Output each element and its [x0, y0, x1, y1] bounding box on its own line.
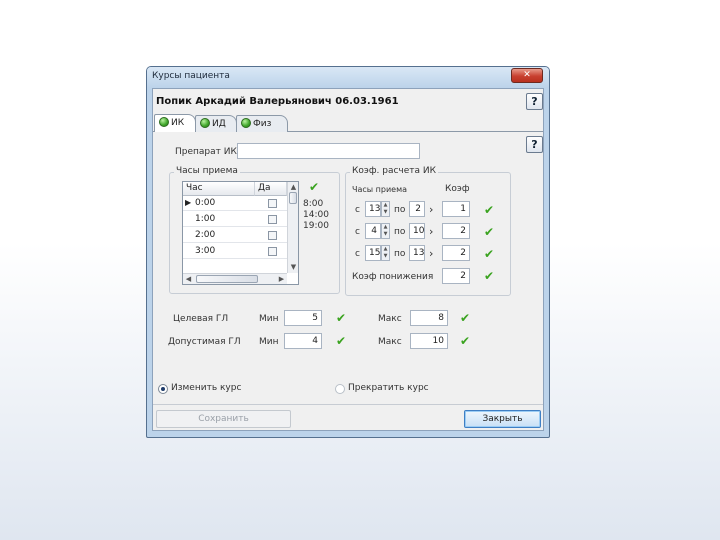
help-button-top[interactable]: ?: [526, 93, 543, 110]
to-label: по: [394, 227, 406, 237]
scroll-up-icon[interactable]: ▲: [288, 182, 298, 192]
from-hour-spinner[interactable]: ▲ ▼: [381, 201, 390, 217]
allowed-max-input[interactable]: 10: [410, 333, 448, 349]
from-hour-input[interactable]: 15: [365, 245, 381, 261]
stop-course-radio[interactable]: [335, 384, 345, 394]
hour-cell: 2:00: [195, 230, 216, 240]
window-title: Курсы пациента: [152, 71, 230, 81]
allowed-glucose-label: Допустимая ГЛ: [168, 337, 241, 347]
yes-checkbox[interactable]: [268, 231, 277, 240]
from-hour-spinner[interactable]: ▲ ▼: [381, 223, 390, 239]
drug-input[interactable]: [237, 143, 420, 159]
hour-cell: 1:00: [195, 214, 216, 224]
dialog-content: Попик Аркадий Валерьянович 06.03.1961 ? …: [152, 88, 544, 431]
tab-fiz-label: Физ: [253, 119, 272, 129]
table-row[interactable]: 2:00: [183, 228, 287, 243]
course-dialog: Курсы пациента ✕ Попик Аркадий Валерьяно…: [146, 66, 550, 438]
yes-checkbox[interactable]: [268, 199, 277, 208]
yes-checkbox[interactable]: [268, 247, 277, 256]
to-hour-input[interactable]: 10: [409, 223, 425, 239]
green-status-icon: [241, 118, 251, 128]
target-min-input[interactable]: 5: [284, 310, 322, 326]
table-row[interactable]: ▶ 0:00: [183, 196, 287, 211]
confirm-hours-check-icon[interactable]: ✔: [309, 181, 319, 193]
allowed-min-input[interactable]: 4: [284, 333, 322, 349]
intake-hours-title: Часы приема: [174, 166, 240, 176]
confirm-target-max-check-icon[interactable]: ✔: [460, 312, 470, 324]
to-label: по: [394, 205, 406, 215]
from-label: с: [355, 205, 360, 215]
title-bar[interactable]: Курсы пациента ✕: [147, 67, 549, 88]
target-glucose-label: Целевая ГЛ: [173, 314, 229, 324]
confirm-coef-check-icon[interactable]: ✔: [484, 248, 494, 260]
from-label: с: [355, 249, 360, 259]
tab-fiz[interactable]: Физ: [236, 115, 288, 132]
coef-input[interactable]: 1: [442, 201, 470, 217]
coef-input[interactable]: 2: [442, 223, 470, 239]
to-label: по: [394, 249, 406, 259]
scroll-left-icon[interactable]: ◀: [184, 274, 193, 284]
vertical-scroll-thumb[interactable]: [289, 192, 297, 204]
target-max-label: Макс: [378, 314, 402, 324]
confirm-coef-check-icon[interactable]: ✔: [484, 226, 494, 238]
selected-time-3: 19:00: [303, 221, 329, 231]
reduction-label: Коэф понижения: [352, 272, 434, 282]
selected-time-1: 8:00: [303, 199, 324, 209]
arrow-right-icon: ›: [429, 203, 434, 216]
scroll-right-icon[interactable]: ▶: [277, 274, 286, 284]
yes-checkbox[interactable]: [268, 215, 277, 224]
to-hour-input[interactable]: 13: [409, 245, 425, 261]
coefficients-title: Коэф. расчета ИК: [350, 166, 439, 176]
to-hour-input[interactable]: 2: [409, 201, 425, 217]
help-button-tab[interactable]: ?: [526, 136, 543, 153]
allowed-min-label: Мин: [259, 337, 279, 347]
hour-cell: 3:00: [195, 246, 216, 256]
confirm-target-min-check-icon[interactable]: ✔: [336, 312, 346, 324]
change-course-radio[interactable]: [158, 384, 168, 394]
intake-hours-grid: Час Да ▶ 0:00 1:00 2:00 3:00 ▲ ▼ ◀ ▶: [182, 181, 299, 285]
from-hour-spinner[interactable]: ▲ ▼: [381, 245, 390, 261]
change-course-label[interactable]: Изменить курс: [171, 383, 241, 393]
confirm-allowed-min-check-icon[interactable]: ✔: [336, 335, 346, 347]
coef-hours-header: Часы приема: [352, 185, 408, 194]
column-header-hour[interactable]: Час: [183, 182, 255, 196]
tab-ik[interactable]: ИК: [154, 114, 196, 132]
coef-input[interactable]: 2: [442, 245, 470, 261]
horizontal-scrollbar[interactable]: ◀ ▶: [183, 273, 287, 284]
target-min-label: Мин: [259, 314, 279, 324]
coef-header: Коэф: [445, 184, 470, 194]
from-label: с: [355, 227, 360, 237]
close-button[interactable]: Закрыть: [464, 410, 541, 428]
patient-name: Попик Аркадий Валерьянович 06.03.1961: [156, 96, 399, 107]
confirm-allowed-max-check-icon[interactable]: ✔: [460, 335, 470, 347]
target-max-input[interactable]: 8: [410, 310, 448, 326]
confirm-coef-check-icon[interactable]: ✔: [484, 204, 494, 216]
footer-divider: [153, 404, 543, 405]
green-status-icon: [159, 117, 169, 127]
table-row[interactable]: 1:00: [183, 212, 287, 227]
green-status-icon: [200, 118, 210, 128]
arrow-right-icon: ›: [429, 225, 434, 238]
tab-ik-label: ИК: [171, 118, 185, 128]
save-button[interactable]: Сохранить: [156, 410, 291, 428]
arrow-right-icon: ›: [429, 247, 434, 260]
table-row[interactable]: 3:00: [183, 244, 287, 259]
stop-course-label[interactable]: Прекратить курс: [348, 383, 429, 393]
horizontal-scroll-thumb[interactable]: [196, 275, 258, 283]
from-hour-input[interactable]: 13: [365, 201, 381, 217]
row-pointer-icon: ▶: [185, 198, 192, 207]
tab-id[interactable]: ИД: [195, 115, 237, 132]
allowed-max-label: Макс: [378, 337, 402, 347]
tab-id-label: ИД: [212, 119, 226, 129]
confirm-reduction-check-icon[interactable]: ✔: [484, 270, 494, 282]
close-window-button[interactable]: ✕: [511, 68, 543, 83]
scroll-down-icon[interactable]: ▼: [288, 262, 298, 272]
column-header-yes[interactable]: Да: [255, 182, 287, 196]
from-hour-input[interactable]: 4: [365, 223, 381, 239]
reduction-input[interactable]: 2: [442, 268, 470, 284]
vertical-scrollbar[interactable]: ▲ ▼: [287, 182, 298, 273]
selected-time-2: 14:00: [303, 210, 329, 220]
drug-label: Препарат ИК: [175, 147, 237, 157]
hour-cell: 0:00: [195, 198, 216, 208]
